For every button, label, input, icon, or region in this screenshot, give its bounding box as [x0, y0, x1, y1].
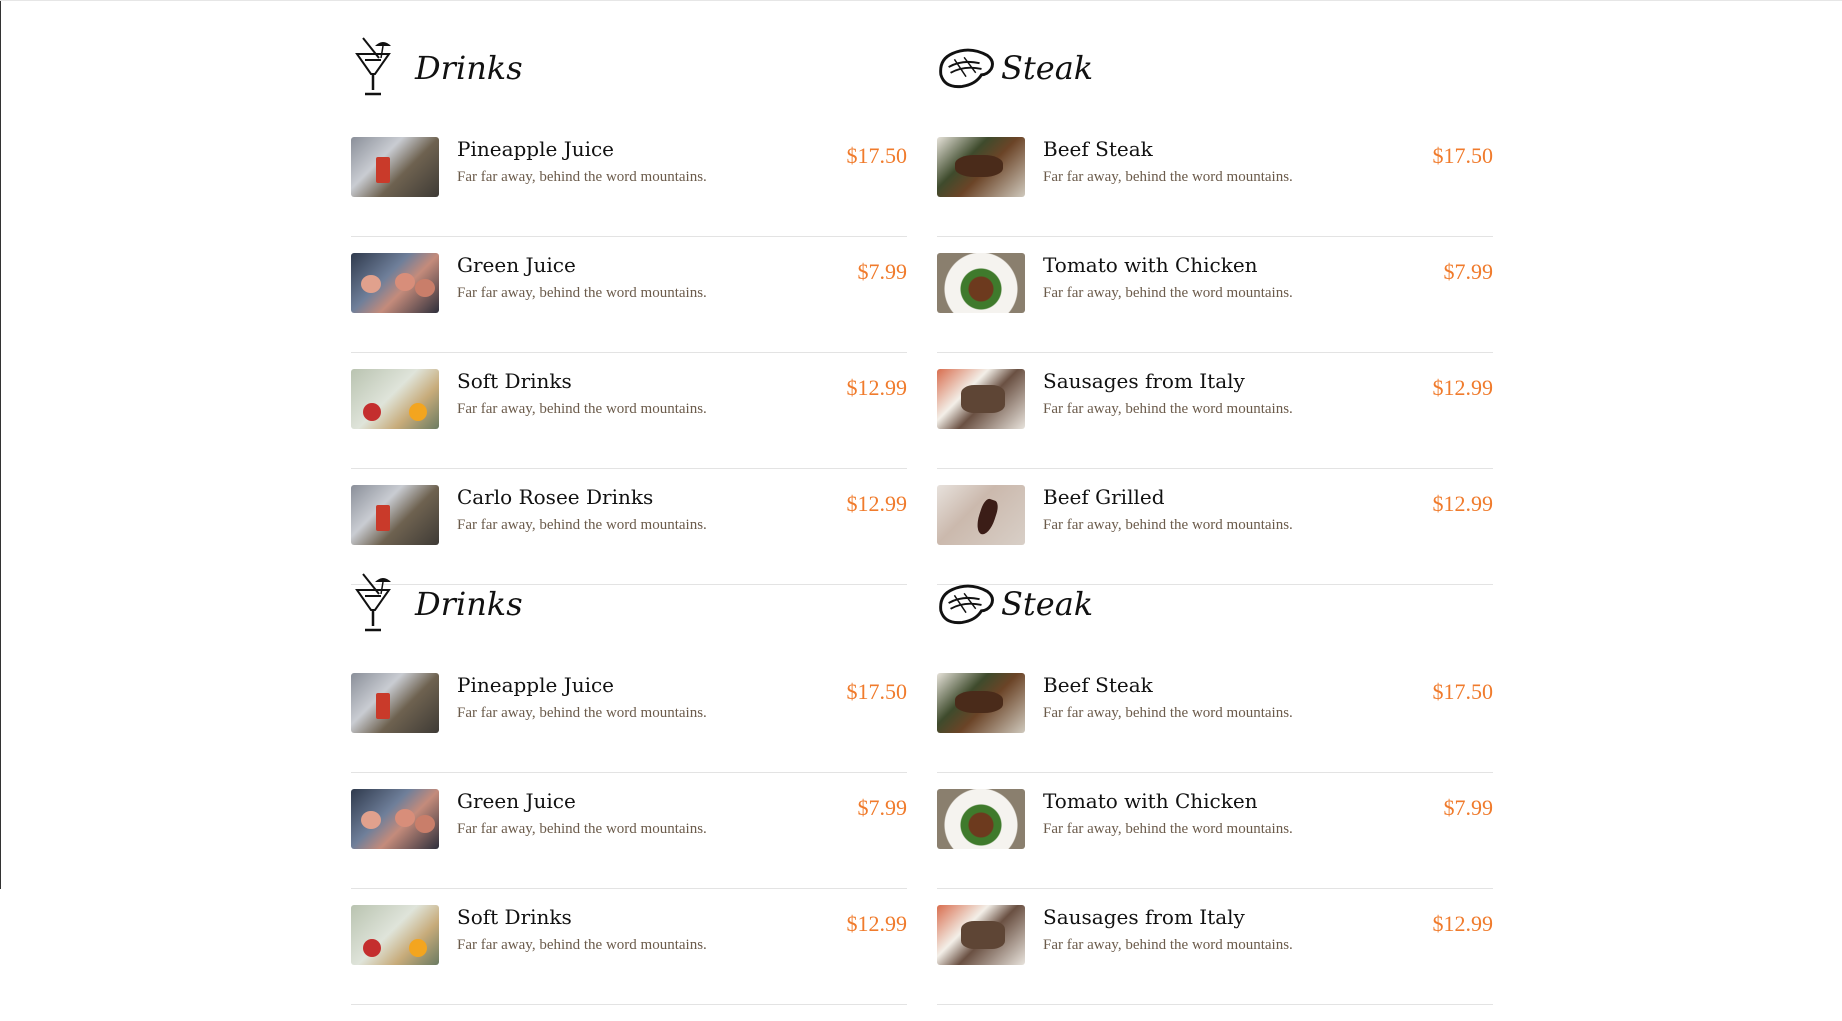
menu-item[interactable]: Beef Steak Far far away, behind the word…: [937, 673, 1493, 773]
section-heading: Drinks: [351, 33, 907, 103]
menu-item-image: [937, 369, 1025, 429]
menu-section-steak: Steak Beef Steak Far far away, behind th…: [937, 569, 1493, 1021]
menu-item-image: [351, 673, 439, 733]
menu-item[interactable]: Green Juice Far far away, behind the wor…: [351, 253, 907, 353]
section-title: Drinks: [415, 49, 523, 87]
menu-item-image: [937, 673, 1025, 733]
menu-item[interactable]: Pineapple Juice Far far away, behind the…: [351, 673, 907, 773]
menu-item-price: $17.50: [1432, 143, 1494, 168]
menu-item-description: Far far away, behind the word mountains.: [1043, 821, 1293, 837]
section-title: Steak: [1001, 49, 1094, 87]
menu-item-description: Far far away, behind the word mountains.: [1043, 937, 1293, 953]
menu-item-name: Carlo Rosee Drinks: [457, 485, 654, 509]
menu-item-name: Beef Grilled: [1043, 485, 1165, 509]
menu-section-drinks: Drinks Pineapple Juice Far far away, beh…: [351, 569, 907, 1021]
menu-item-name: Beef Steak: [1043, 137, 1153, 161]
menu-item-price: $7.99: [857, 795, 908, 820]
menu-item[interactable]: Sausages from Italy Far far away, behind…: [937, 369, 1493, 469]
menu-item-name: Pineapple Juice: [457, 137, 615, 161]
menu-item[interactable]: Beef Steak Far far away, behind the word…: [937, 137, 1493, 237]
menu-item-description: Far far away, behind the word mountains.: [1043, 285, 1293, 301]
menu-item-name: Pineapple Juice: [457, 673, 615, 697]
menu-item-name: Sausages from Italy: [1043, 905, 1245, 929]
menu-item-description: Far far away, behind the word mountains.: [1043, 401, 1293, 417]
section-heading: Steak: [937, 569, 1493, 639]
menu-item-price: $12.99: [1432, 911, 1494, 936]
menu-item-name: Green Juice: [457, 253, 576, 277]
menu-item-description: Far far away, behind the word mountains.: [1043, 169, 1293, 185]
menu-item-name: Soft Drinks: [457, 905, 572, 929]
steak-icon: [937, 35, 997, 101]
menu-item-price: $7.99: [857, 259, 908, 284]
section-title: Drinks: [415, 585, 523, 623]
menu-item-description: Far far away, behind the word mountains.: [457, 517, 707, 533]
menu-item[interactable]: Green Juice Far far away, behind the wor…: [351, 789, 907, 889]
menu-item-name: Sausages from Italy: [1043, 369, 1245, 393]
menu-item-price: $12.99: [1432, 491, 1494, 516]
menu-item-name: Tomato with Chicken: [1043, 789, 1258, 813]
menu-item-image: [351, 905, 439, 965]
menu-item[interactable]: Tomato with Chicken Far far away, behind…: [937, 789, 1493, 889]
menu-item-description: Far far away, behind the word mountains.: [1043, 705, 1293, 721]
menu-item-name: Green Juice: [457, 789, 576, 813]
menu-item-image: [937, 789, 1025, 849]
menu-item-image: [351, 253, 439, 313]
menu-item-image: [351, 485, 439, 545]
menu-item[interactable]: Soft Drinks Far far away, behind the wor…: [351, 905, 907, 1005]
menu-item-price: $12.99: [846, 911, 908, 936]
menu-item-description: Far far away, behind the word mountains.: [457, 285, 707, 301]
menu-item-name: Beef Steak: [1043, 673, 1153, 697]
menu-item-image: [937, 485, 1025, 545]
menu-item[interactable]: Pineapple Juice Far far away, behind the…: [351, 137, 907, 237]
menu-item-price: $17.50: [846, 143, 908, 168]
menu-item-name: Tomato with Chicken: [1043, 253, 1258, 277]
section-heading: Drinks: [351, 569, 907, 639]
menu-item-description: Far far away, behind the word mountains.: [1043, 517, 1293, 533]
menu-item-price: $12.99: [846, 375, 908, 400]
cocktail-icon: [351, 571, 411, 637]
menu-item[interactable]: Sausages from Italy Far far away, behind…: [937, 905, 1493, 1005]
menu-item-name: Soft Drinks: [457, 369, 572, 393]
menu-item-image: [937, 137, 1025, 197]
menu-item-image: [351, 369, 439, 429]
cocktail-icon: [351, 35, 411, 101]
menu-item-description: Far far away, behind the word mountains.: [457, 705, 707, 721]
menu-item-price: $17.50: [846, 679, 908, 704]
menu-section-steak: Steak Beef Steak Far far away, behind th…: [937, 33, 1493, 601]
menu-page: Drinks Pineapple Juice Far far away, beh…: [1, 0, 1842, 1005]
menu-item-description: Far far away, behind the word mountains.: [457, 401, 707, 417]
menu-item-price: $7.99: [1443, 795, 1494, 820]
section-heading: Steak: [937, 33, 1493, 103]
menu-item-price: $12.99: [1432, 375, 1494, 400]
menu-section-drinks: Drinks Pineapple Juice Far far away, beh…: [351, 33, 907, 601]
menu-item-description: Far far away, behind the word mountains.: [457, 169, 707, 185]
menu-item-price: $17.50: [1432, 679, 1494, 704]
menu-item-description: Far far away, behind the word mountains.: [457, 937, 707, 953]
menu-item-image: [351, 789, 439, 849]
menu-item[interactable]: Tomato with Chicken Far far away, behind…: [937, 253, 1493, 353]
menu-item-price: $7.99: [1443, 259, 1494, 284]
steak-icon: [937, 571, 997, 637]
menu-item-price: $12.99: [846, 491, 908, 516]
menu-item[interactable]: Soft Drinks Far far away, behind the wor…: [351, 369, 907, 469]
menu-item-image: [937, 253, 1025, 313]
menu-item-image: [937, 905, 1025, 965]
menu-item-image: [351, 137, 439, 197]
section-title: Steak: [1001, 585, 1094, 623]
menu-item-description: Far far away, behind the word mountains.: [457, 821, 707, 837]
